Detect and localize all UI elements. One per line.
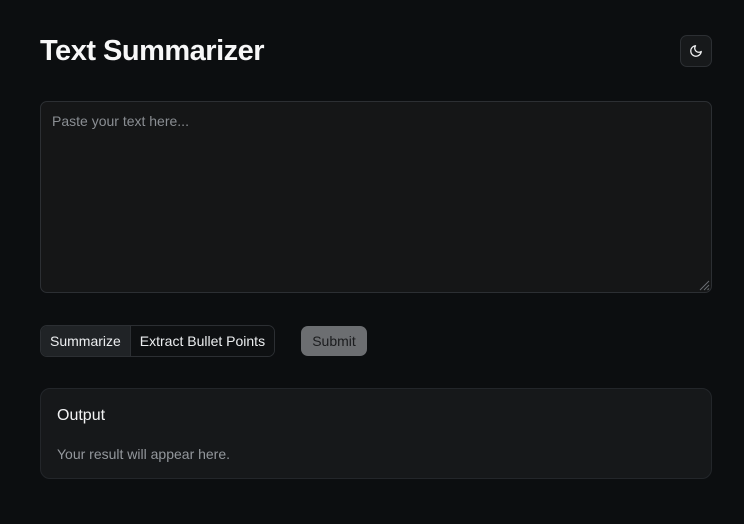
mode-option-summarize[interactable]: Summarize [41, 326, 130, 356]
page-title: Text Summarizer [40, 35, 265, 67]
text-input[interactable] [40, 101, 712, 293]
theme-toggle-button[interactable] [680, 35, 712, 67]
submit-button[interactable]: Submit [301, 326, 367, 356]
app-page: Text Summarizer Summarize Extract Bullet… [0, 0, 744, 524]
mode-option-extract-bullet-points[interactable]: Extract Bullet Points [129, 326, 275, 356]
resize-grip-icon[interactable] [698, 279, 710, 291]
output-title: Output [57, 407, 106, 424]
output-card: Output Your result will appear here. [40, 388, 712, 479]
output-text: Your result will appear here. [57, 446, 231, 462]
mode-toggle: Summarize Extract Bullet Points [40, 325, 276, 357]
moon-icon [690, 45, 702, 57]
